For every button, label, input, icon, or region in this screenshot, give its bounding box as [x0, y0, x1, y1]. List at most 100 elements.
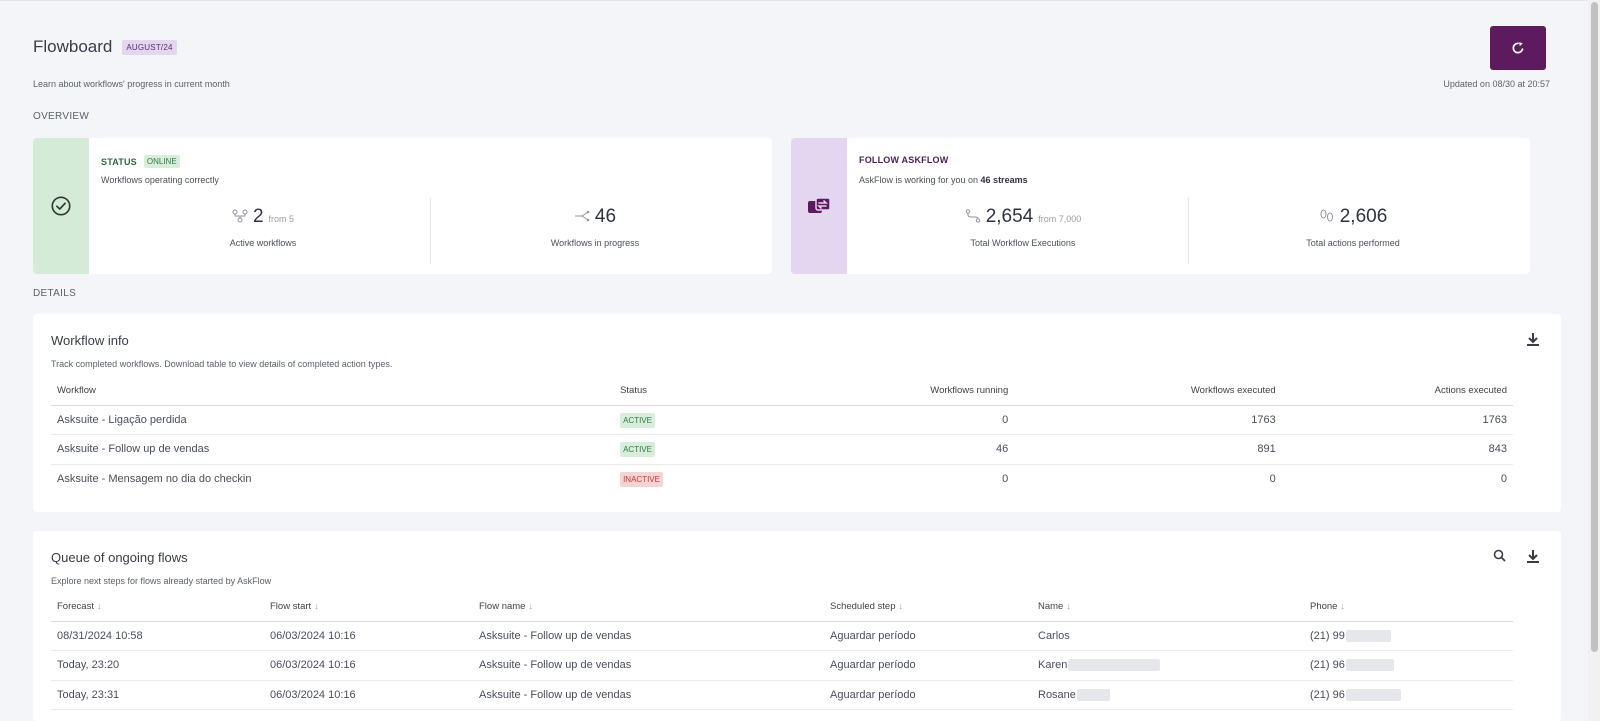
sync-icon — [808, 197, 831, 213]
workflow-info-title: Workflow info — [51, 333, 129, 348]
sort-arrow-icon: ↓ — [1340, 601, 1345, 612]
col-workflow[interactable]: Workflow — [51, 377, 615, 406]
scheduled-step-cell: Aguardar período — [824, 650, 1032, 681]
active-workflows-sub: from 5 — [268, 214, 295, 224]
status-description: Workflows operating correctly — [101, 175, 219, 185]
running-count: 0 — [1002, 473, 1009, 485]
queue-panel: Queue of ongoing flows Explore next step… — [33, 531, 1561, 721]
col-flow-name-label: Flow name — [479, 601, 526, 613]
page-title: Flowboard — [33, 37, 113, 56]
scrollbar-thumb[interactable] — [1591, 2, 1598, 652]
col-workflows-running[interactable]: Workflows running — [845, 377, 1015, 406]
running-count: 46 — [845, 434, 1015, 465]
workflow-name: Asksuite - Ligação perdida — [51, 405, 615, 435]
sort-arrow-icon: ↓ — [528, 601, 533, 612]
table-header-row: Forecast ↓ Flow start ↓ Flow name ↓ Schedul… — [51, 593, 1513, 622]
flow-start-cell: 06/03/2024 10:16 — [264, 621, 473, 651]
table-row[interactable]: Today, 23:20 06/03/2024 10:16 Asksuite -… — [51, 650, 1513, 681]
askflow-card-side — [791, 138, 847, 274]
forecast-cell: 08/31/2024 10:58 — [51, 621, 264, 651]
phone-cell: (21) 99 — [1304, 621, 1513, 651]
queue-download-button[interactable] — [1527, 549, 1539, 568]
status-cell: INACTIVE — [614, 464, 845, 494]
in-progress-label: Workflows in progress — [550, 238, 640, 248]
download-icon — [1527, 333, 1539, 346]
name-cell: Rosane — [1032, 680, 1304, 710]
executed-count: 1763 — [1014, 405, 1282, 435]
askflow-card: FOLLOW ASKFLOW AskFlow is working for yo… — [791, 138, 1530, 274]
page-subtitle: Learn about workflows' progress in curre… — [33, 79, 230, 89]
col-name[interactable]: Name ↓ — [1032, 593, 1304, 622]
askflow-desc-text: AskFlow is working for you on — [859, 175, 981, 185]
askflow-streams-count: 46 streams — [980, 175, 1028, 185]
redacted-block — [1076, 688, 1110, 701]
workflow-name: Asksuite - Mensagem no dia do checkin — [57, 473, 252, 485]
actions-count: 843 — [1281, 434, 1513, 465]
name-cell: Carlos — [1032, 621, 1304, 651]
contact-phone: (21) 96 — [1310, 688, 1345, 701]
col-name-label: Name — [1038, 601, 1064, 613]
status-cell: ACTIVE — [614, 434, 846, 465]
sort-arrow-icon: ↓ — [96, 601, 102, 612]
table-row[interactable]: Asksuite - Ligação perdida ACTIVE 0 1763… — [51, 405, 1513, 435]
col-forecast[interactable]: Forecast ↓ — [51, 593, 264, 622]
metric-total-actions: 2,606 Total actions performed — [1253, 206, 1453, 248]
col-scheduled-step-label: Scheduled step — [830, 601, 896, 613]
askflow-title: FOLLOW ASKFLOW — [859, 155, 949, 165]
refresh-button[interactable] — [1490, 26, 1546, 70]
redacted-block — [1068, 659, 1161, 672]
workflow-info-description: Track completed workflows. Download tabl… — [51, 359, 393, 369]
details-label: DETAILS — [33, 288, 77, 299]
name-cell: Karen — [1032, 650, 1304, 681]
share-icon — [574, 210, 590, 225]
col-phone-label: Phone — [1310, 601, 1338, 613]
workflow-download-button[interactable] — [1527, 332, 1539, 351]
askflow-description: AskFlow is working for you on 46 streams — [859, 175, 1028, 185]
phone-cell: (21) 96 — [1304, 650, 1513, 681]
scheduled-step-cell: Aguardar período — [824, 680, 1032, 710]
status-card-header: STATUS ONLINE — [101, 155, 180, 168]
workflow-name: Asksuite - Follow up de vendas — [51, 434, 615, 465]
col-status[interactable]: Status — [614, 377, 846, 406]
queue-table: Forecast ↓ Flow start ↓ Flow name ↓ Schedul… — [51, 593, 1513, 710]
col-phone[interactable]: Phone ↓ — [1304, 593, 1513, 622]
redacted-block — [1345, 688, 1401, 701]
route-icon — [965, 208, 981, 226]
col-actions-executed[interactable]: Actions executed — [1281, 377, 1513, 406]
queue-description: Explore next steps for flows already sta… — [51, 576, 272, 586]
metric-divider — [1188, 198, 1189, 264]
page-header: Flowboard AUGUST/24 — [33, 37, 177, 57]
col-forecast-label: Forecast — [57, 601, 94, 613]
col-workflows-executed[interactable]: Workflows executed — [1014, 377, 1282, 406]
running-count: 0 — [845, 405, 1015, 435]
search-icon — [1493, 549, 1506, 562]
table-row[interactable]: Asksuite - Mensagem no dia do checkin IN… — [51, 464, 1513, 494]
total-actions-value: 2,606 — [1339, 206, 1388, 227]
download-icon — [1527, 550, 1539, 563]
flow-name-cell: Asksuite - Follow up de vendas — [473, 650, 824, 681]
flowboard-page: Flowboard AUGUST/24 Learn about workflow… — [0, 0, 1588, 721]
contact-name: Carlos — [1038, 629, 1070, 642]
table-row[interactable]: Today, 23:31 06/03/2024 10:16 Asksuite -… — [51, 680, 1513, 710]
sort-arrow-icon: ↓ — [1066, 601, 1071, 612]
col-flow-start[interactable]: Flow start ↓ — [264, 593, 473, 622]
status-card-side — [33, 138, 89, 274]
col-flow-name[interactable]: Flow name ↓ — [473, 593, 824, 622]
table-row[interactable]: 08/31/2024 10:58 06/03/2024 10:16 Asksui… — [51, 621, 1513, 651]
scrollbar[interactable] — [1588, 0, 1600, 721]
contact-name: Rosane — [1038, 688, 1076, 701]
active-workflows-value: 2 — [252, 206, 264, 227]
flow-name-cell: Asksuite - Follow up de vendas — [473, 680, 824, 710]
status-badge: INACTIVE — [620, 472, 663, 487]
check-circle-icon — [51, 196, 71, 216]
table-row[interactable]: Asksuite - Follow up de vendas ACTIVE 46… — [51, 434, 1513, 465]
flow-name-cell: Asksuite - Follow up de vendas — [473, 621, 824, 651]
queue-title: Queue of ongoing flows — [51, 550, 188, 565]
status-card: STATUS ONLINE Workflows operating correc… — [33, 138, 772, 274]
total-actions-label: Total actions performed — [1306, 238, 1400, 248]
in-progress-value: 46 — [594, 206, 617, 227]
metric-total-executions: 2,654 from 7,000 Total Workflow Executio… — [923, 206, 1123, 248]
queue-search-button[interactable] — [1493, 549, 1506, 567]
contact-phone: (21) 99 — [1310, 629, 1345, 642]
col-scheduled-step[interactable]: Scheduled step ↓ — [824, 593, 1032, 622]
